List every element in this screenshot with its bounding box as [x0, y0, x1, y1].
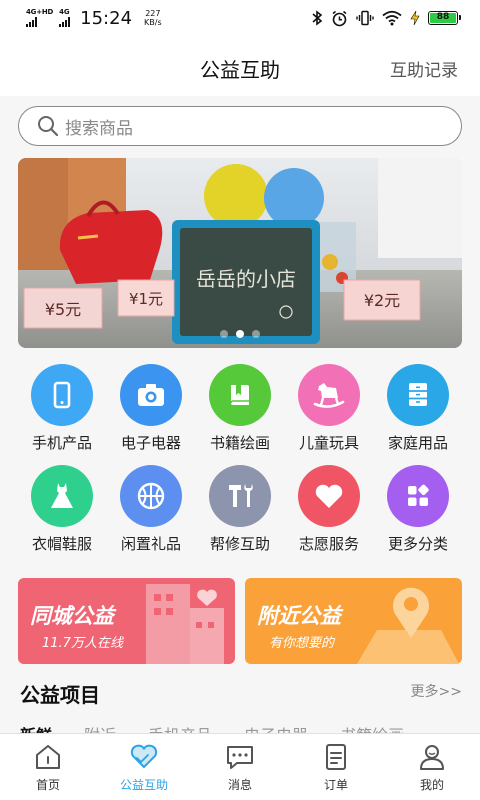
- promo-subtitle: 11.7万人在线: [42, 636, 123, 651]
- tools-icon: [209, 465, 271, 527]
- price-tag-1: ¥5元: [23, 287, 103, 329]
- section-title: 公益项目: [20, 683, 100, 707]
- tab-label: 订单: [323, 778, 348, 792]
- tab-messages[interactable]: 消息: [192, 734, 288, 800]
- category-toys[interactable]: 儿童玩具: [284, 364, 374, 453]
- category-label: 书籍绘画: [209, 434, 270, 452]
- category-volunteer[interactable]: 志愿服务: [284, 465, 374, 554]
- charging-icon: [410, 10, 420, 26]
- section-more-link[interactable]: 更多>>: [411, 681, 462, 701]
- tab-mine[interactable]: 我的: [384, 734, 480, 800]
- banner-carousel[interactable]: 岳岳的小店 ¥5元 ¥1元 ¥2元: [18, 158, 462, 348]
- tab-charity[interactable]: 公益互助: [96, 734, 192, 800]
- status-left: 4G+HD 4G 15:24 227 KB/s: [26, 8, 162, 29]
- clock: 15:24: [80, 7, 133, 29]
- dress-icon: [31, 465, 93, 527]
- battery-level: 88: [430, 13, 456, 23]
- category-home[interactable]: 家庭用品: [373, 364, 463, 453]
- category-electronics[interactable]: 电子电器: [106, 364, 196, 453]
- heart-hands-icon: [130, 744, 158, 769]
- tab-home[interactable]: 首页: [0, 734, 96, 800]
- category-label: 闲置礼品: [120, 535, 181, 553]
- promo-title: 同城公益: [30, 604, 114, 628]
- board-text: 岳岳的小店: [196, 267, 296, 291]
- search-bar[interactable]: 搜索商品: [18, 106, 462, 146]
- signal-1-icon: 4G+HD: [26, 9, 53, 27]
- bottom-tab-bar: 首页 公益互助 消息 订单 我的: [0, 733, 480, 800]
- app-screen: 4G+HD 4G 15:24 227 KB/s 88 公益互助 互助记录 搜索商…: [0, 0, 480, 800]
- category-label: 帮修互助: [209, 535, 270, 553]
- phone-icon: [31, 364, 93, 426]
- tab-label: 我的: [419, 778, 444, 792]
- bluetooth-icon: [312, 10, 323, 26]
- tab-label: 消息: [227, 778, 252, 792]
- camera-icon: [120, 364, 182, 426]
- network-speed: 227 KB/s: [144, 9, 162, 27]
- vibrate-icon: [356, 10, 374, 26]
- category-gifts[interactable]: 闲置礼品: [106, 465, 196, 554]
- search-icon: [38, 116, 59, 137]
- book-icon: [209, 364, 271, 426]
- main-content: 搜索商品 岳岳的小店 ¥5元 ¥1元 ¥2元 手机产品 电子电器 书籍绘画 儿童…: [0, 96, 480, 745]
- wifi-icon: [382, 10, 402, 26]
- category-label: 志愿服务: [298, 535, 359, 553]
- promo-nearby[interactable]: 附近公益 有你想要的: [245, 578, 462, 664]
- search-placeholder: 搜索商品: [65, 118, 133, 139]
- status-bar: 4G+HD 4G 15:24 227 KB/s 88: [0, 0, 480, 36]
- category-phone[interactable]: 手机产品: [17, 364, 107, 453]
- grid-icon: [387, 465, 449, 527]
- category-books[interactable]: 书籍绘画: [195, 364, 285, 453]
- svg-text:¥2元: ¥2元: [364, 291, 400, 310]
- order-icon: [326, 744, 346, 770]
- carousel-dots: [18, 330, 462, 338]
- carousel-dot[interactable]: [220, 330, 228, 338]
- network-type-2: 4G: [59, 8, 70, 16]
- status-right: 88: [311, 10, 461, 27]
- category-label: 衣帽鞋服: [31, 535, 92, 553]
- carousel-dot-active[interactable]: [236, 330, 244, 338]
- category-label: 儿童玩具: [298, 434, 359, 452]
- promo-subtitle: 有你想要的: [269, 636, 335, 651]
- category-label: 家庭用品: [387, 434, 448, 452]
- speed-value: 227: [145, 9, 161, 18]
- user-icon: [420, 745, 444, 770]
- category-label: 更多分类: [387, 535, 448, 553]
- home-icon: [36, 745, 60, 769]
- svg-text:¥5元: ¥5元: [45, 300, 81, 319]
- rocking-horse-icon: [298, 364, 360, 426]
- signal-2-icon: 4G: [59, 8, 71, 27]
- alarm-icon: [332, 10, 347, 26]
- promo-same-city[interactable]: 同城公益 11.7万人在线: [18, 578, 235, 664]
- record-link[interactable]: 互助记录: [390, 56, 458, 81]
- top-header: 公益互助 互助记录: [0, 36, 480, 96]
- price-tag-3: ¥2元: [343, 279, 421, 321]
- category-repair[interactable]: 帮修互助: [195, 465, 285, 554]
- banner-image: 岳岳的小店 ¥5元 ¥1元 ¥2元: [18, 158, 462, 348]
- category-clothing[interactable]: 衣帽鞋服: [17, 465, 107, 554]
- category-label: 电子电器: [120, 434, 181, 452]
- category-label: 手机产品: [31, 434, 92, 452]
- network-type-1: 4G+HD: [26, 8, 54, 16]
- speed-unit: KB/s: [144, 18, 162, 27]
- battery-icon: 88: [428, 11, 461, 25]
- price-tag-2: ¥1元: [117, 279, 175, 317]
- message-icon: [227, 746, 253, 769]
- tab-orders[interactable]: 订单: [288, 734, 384, 800]
- promo-title: 附近公益: [257, 604, 341, 628]
- cabinet-icon: [387, 364, 449, 426]
- tab-label: 公益互助: [119, 778, 168, 792]
- category-more[interactable]: 更多分类: [373, 465, 463, 554]
- tab-label: 首页: [35, 778, 60, 792]
- heart-icon: [298, 465, 360, 527]
- carousel-dot[interactable]: [252, 330, 260, 338]
- svg-text:¥1元: ¥1元: [129, 290, 163, 308]
- basketball-icon: [120, 465, 182, 527]
